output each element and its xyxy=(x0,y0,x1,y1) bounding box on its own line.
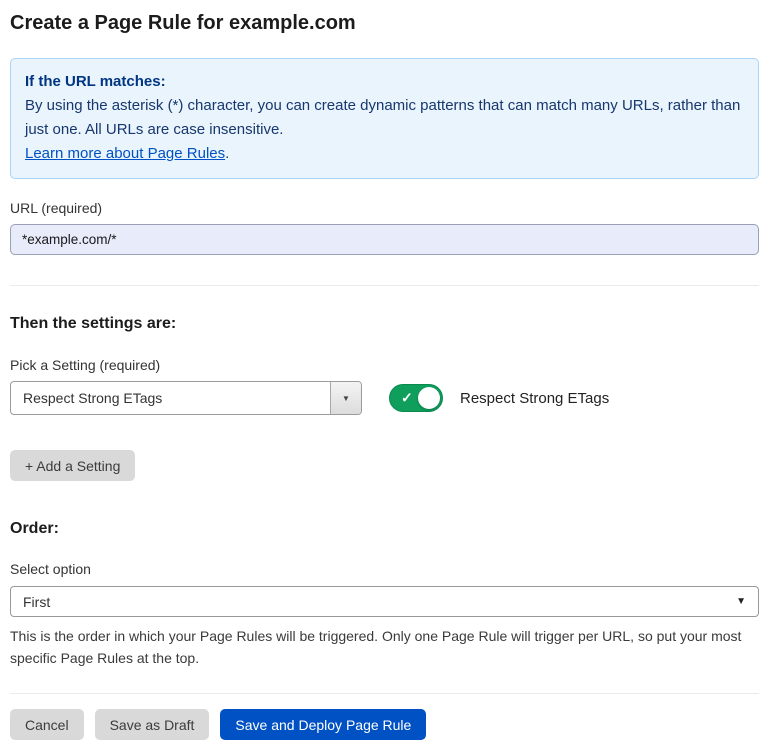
toggle-knob xyxy=(418,387,440,409)
url-input[interactable] xyxy=(10,224,759,255)
save-deploy-button[interactable]: Save and Deploy Page Rule xyxy=(220,709,426,740)
select-option-label: Select option xyxy=(10,561,759,577)
section-divider xyxy=(10,285,759,286)
cancel-button[interactable]: Cancel xyxy=(10,709,84,740)
info-box-body: By using the asterisk (*) character, you… xyxy=(25,94,744,142)
order-section-heading: Order: xyxy=(10,520,759,538)
order-select-value: First xyxy=(23,594,736,610)
respect-strong-etags-toggle[interactable]: ✓ xyxy=(389,384,443,412)
pick-setting-label: Pick a Setting (required) xyxy=(10,357,759,373)
footer-divider xyxy=(10,693,759,694)
info-link-line: Learn more about Page Rules. xyxy=(25,142,744,166)
setting-select-value: Respect Strong ETags xyxy=(11,390,330,406)
save-draft-button[interactable]: Save as Draft xyxy=(95,709,210,740)
order-select[interactable]: First ▼ xyxy=(10,586,759,617)
url-label: URL (required) xyxy=(10,200,759,216)
setting-select-arrow-button[interactable]: ▼ xyxy=(330,382,361,414)
chevron-down-icon: ▼ xyxy=(342,394,350,403)
settings-section-heading: Then the settings are: xyxy=(10,315,759,333)
order-help-text: This is the order in which your Page Rul… xyxy=(10,625,756,669)
info-box-heading: If the URL matches: xyxy=(25,70,744,94)
add-setting-button[interactable]: + Add a Setting xyxy=(10,450,135,481)
info-link-period: . xyxy=(225,145,229,162)
setting-toggle-label: Respect Strong ETags xyxy=(460,390,609,407)
learn-more-link[interactable]: Learn more about Page Rules xyxy=(25,145,225,162)
create-page-rule-form: Create a Page Rule for example.com If th… xyxy=(0,0,769,740)
check-icon: ✓ xyxy=(401,391,413,405)
setting-row: Respect Strong ETags ▼ ✓ Respect Strong … xyxy=(10,381,759,415)
chevron-down-icon: ▼ xyxy=(736,596,746,607)
footer-actions: Cancel Save as Draft Save and Deploy Pag… xyxy=(10,709,759,740)
page-title: Create a Page Rule for example.com xyxy=(10,10,759,35)
setting-select[interactable]: Respect Strong ETags ▼ xyxy=(10,381,362,415)
url-match-info-box: If the URL matches: By using the asteris… xyxy=(10,58,759,179)
